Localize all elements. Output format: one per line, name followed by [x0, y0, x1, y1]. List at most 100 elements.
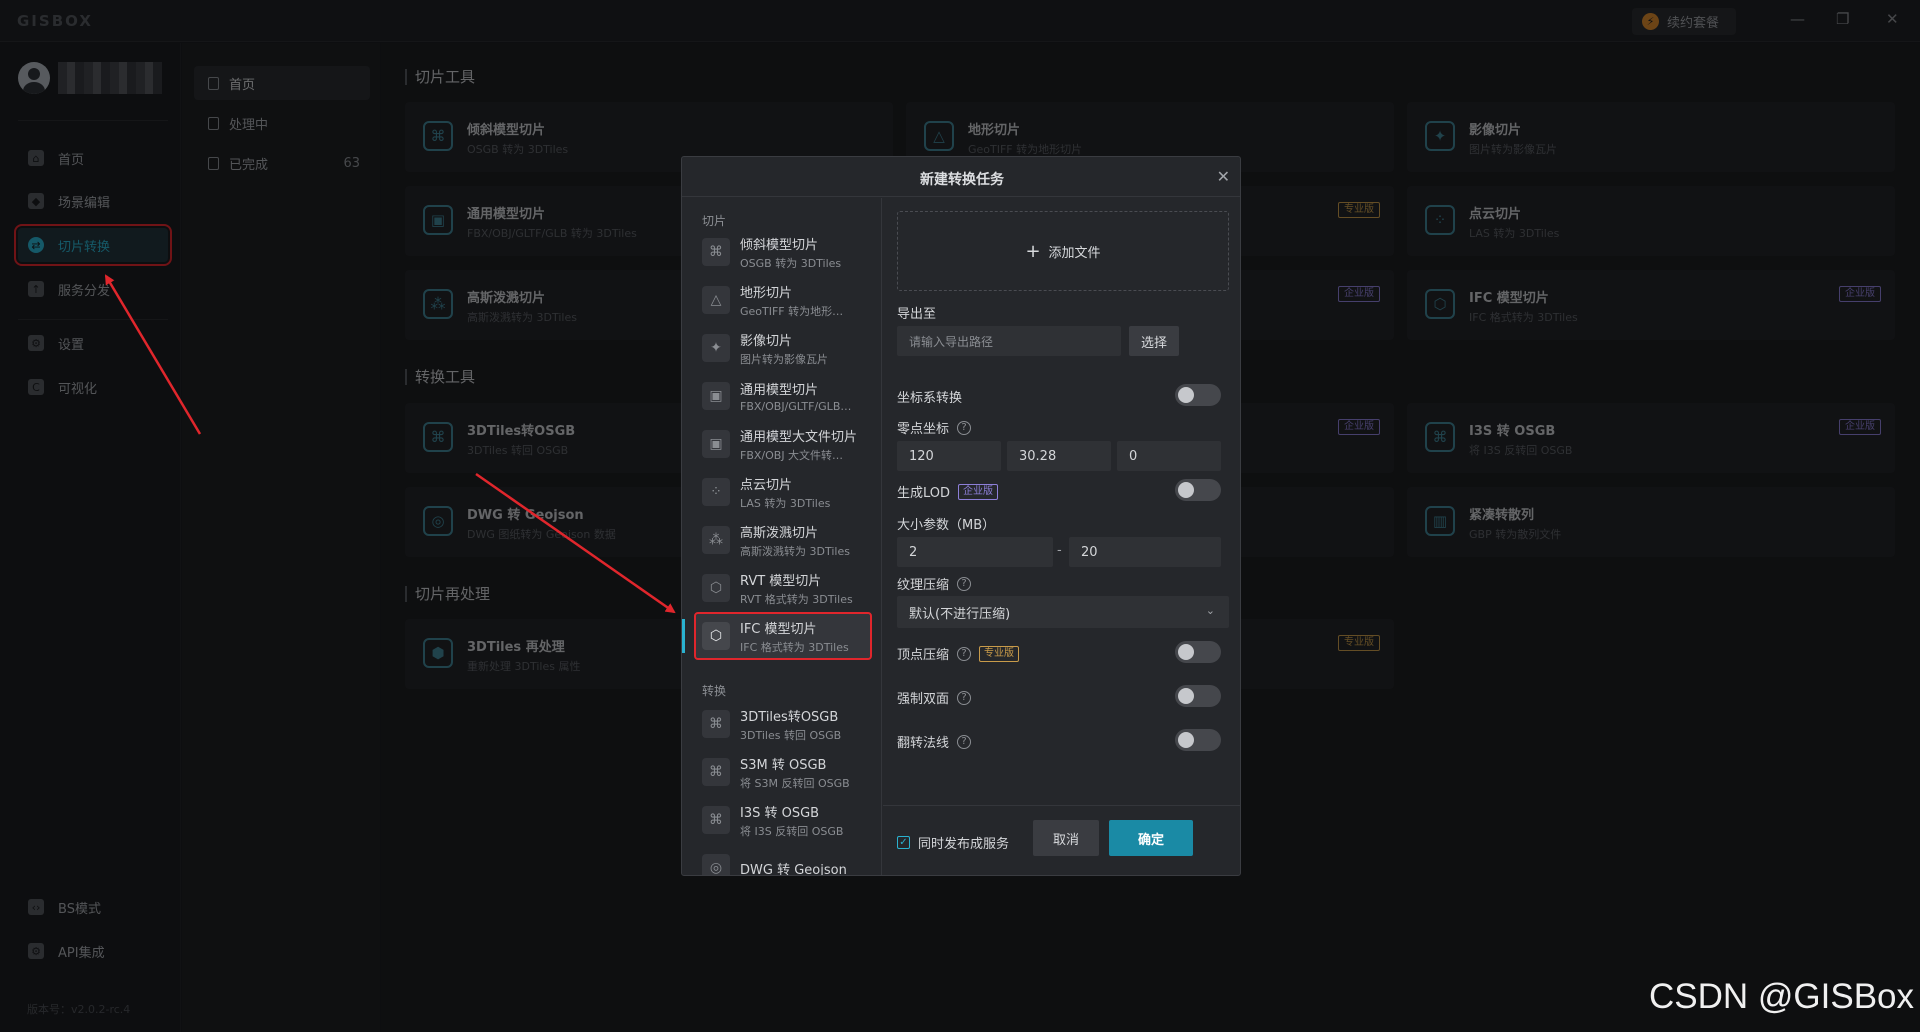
- cancel-button[interactable]: 取消: [1033, 820, 1099, 856]
- task-type-item[interactable]: ◎ DWG 转 Geojson: [696, 846, 870, 876]
- group-label-convert: 转换: [702, 684, 727, 698]
- export-label: 导出至: [897, 307, 937, 322]
- task-type-subtitle: FBX/OBJ 大文件转…: [740, 448, 844, 462]
- selection-indicator: [682, 619, 685, 653]
- ifc-model-icon: ⬡: [702, 622, 730, 650]
- help-icon[interactable]: ?: [957, 646, 972, 661]
- task-type-item[interactable]: △ 地形切片 GeoTIFF 转为地形…: [696, 278, 870, 322]
- size-min-input[interactable]: 2: [897, 537, 1053, 567]
- task-type-title: RVT 模型切片: [740, 573, 822, 589]
- publish-service-checkbox[interactable]: ✓ 同时发布成服务: [897, 833, 1009, 852]
- oblique-model-icon: ⌘: [702, 238, 730, 266]
- lod-toggle[interactable]: [1175, 479, 1221, 501]
- task-type-subtitle: GeoTIFF 转为地形…: [740, 304, 844, 318]
- flip-normals-toggle[interactable]: [1175, 729, 1221, 751]
- flip-normals-label: 翻转法线?: [897, 732, 972, 751]
- task-type-item-selected[interactable]: ⬡ IFC 模型切片 IFC 格式转为 3DTiles: [694, 612, 872, 660]
- export-path-input[interactable]: 请输入导出路径: [897, 326, 1121, 356]
- help-icon[interactable]: ?: [957, 734, 972, 749]
- task-type-title: 地形切片: [740, 285, 793, 301]
- task-type-item[interactable]: ⁘ 点云切片 LAS 转为 3DTiles: [696, 470, 870, 514]
- dwg-icon: ◎: [702, 854, 730, 875]
- tiles-convert-icon: ⌘: [702, 710, 730, 738]
- rvt-model-icon: ⬡: [702, 574, 730, 602]
- enterprise-edition-badge: 企业版: [958, 483, 999, 500]
- task-type-subtitle: 将 I3S 反转回 OSGB: [740, 824, 844, 838]
- task-type-title: 通用模型大文件切片: [740, 429, 858, 445]
- new-task-dialog: 新建转换任务 ✕ 切片 ⌘ 倾斜模型切片 OSGB 转为 3DTiles △ 地形…: [681, 156, 1241, 876]
- task-type-subtitle: 高斯泼溅转为 3DTiles: [740, 544, 850, 558]
- task-type-title: 倾斜模型切片: [740, 237, 819, 253]
- checkbox-checked-icon: ✓: [897, 836, 910, 849]
- group-label-slice: 切片: [702, 214, 727, 228]
- task-type-subtitle: LAS 转为 3DTiles: [740, 496, 831, 510]
- texture-compress-label: 纹理压缩?: [897, 574, 972, 593]
- task-type-subtitle: 将 S3M 反转回 OSGB: [740, 776, 850, 790]
- watermark: CSDN @GISBox: [1648, 977, 1914, 1016]
- task-type-title: 3DTiles转OSGB: [740, 709, 839, 725]
- coord-transform-label: 坐标系转换: [897, 391, 963, 406]
- task-type-item[interactable]: ⬡ RVT 模型切片 RVT 格式转为 3DTiles: [696, 566, 870, 610]
- add-file-label: 添加文件: [1048, 245, 1101, 261]
- terrain-icon: △: [702, 286, 730, 314]
- task-type-title: 点云切片: [740, 477, 793, 493]
- task-type-title: DWG 转 Geojson: [740, 862, 847, 876]
- task-type-item[interactable]: ⌘ I3S 转 OSGB 将 I3S 反转回 OSGB: [696, 798, 870, 842]
- coord-transform-toggle[interactable]: [1175, 384, 1221, 406]
- help-icon[interactable]: ?: [957, 576, 972, 591]
- task-type-subtitle: 图片转为影像瓦片: [740, 352, 828, 366]
- size-param-label: 大小参数（MB）: [897, 518, 996, 533]
- double-sided-toggle[interactable]: [1175, 685, 1221, 707]
- satellite-icon: ✦: [702, 334, 730, 362]
- task-type-item[interactable]: ⌘ 3DTiles转OSGB 3DTiles 转回 OSGB: [696, 702, 870, 746]
- origin-x-input[interactable]: 120: [897, 441, 1001, 471]
- task-type-subtitle: IFC 格式转为 3DTiles: [740, 640, 849, 654]
- choose-path-button[interactable]: 选择: [1129, 326, 1179, 356]
- confirm-button[interactable]: 确定: [1109, 820, 1193, 856]
- lod-label: 生成LOD 企业版: [897, 482, 999, 501]
- vertex-compress-label: 顶点压缩? 专业版: [897, 644, 1020, 663]
- task-type-item[interactable]: ⌘ 倾斜模型切片 OSGB 转为 3DTiles: [696, 230, 870, 274]
- close-icon[interactable]: ✕: [1217, 167, 1230, 186]
- s3m-icon: ⌘: [702, 758, 730, 786]
- point-cloud-icon: ⁘: [702, 478, 730, 506]
- task-type-item[interactable]: ⁂ 高斯泼溅切片 高斯泼溅转为 3DTiles: [696, 518, 870, 562]
- task-type-item[interactable]: ⌘ S3M 转 OSGB 将 S3M 反转回 OSGB: [696, 750, 870, 794]
- plus-icon: +: [1025, 240, 1041, 262]
- texture-compress-value: 默认(不进行压缩): [909, 606, 1011, 622]
- large-file-icon: ▣: [702, 430, 730, 458]
- pro-edition-badge: 专业版: [979, 645, 1020, 662]
- publish-service-label: 同时发布成服务: [918, 837, 1010, 852]
- task-type-title: S3M 转 OSGB: [740, 757, 827, 773]
- size-max-input[interactable]: 20: [1069, 537, 1221, 567]
- task-type-subtitle: FBX/OBJ/GLTF/GLB…: [740, 400, 852, 413]
- task-type-title: I3S 转 OSGB: [740, 805, 820, 821]
- help-icon[interactable]: ?: [957, 690, 972, 705]
- box-icon: ▣: [702, 382, 730, 410]
- dialog-header: 新建转换任务 ✕: [682, 157, 1240, 197]
- task-type-title: 通用模型切片: [740, 383, 819, 398]
- double-sided-label: 强制双面?: [897, 688, 972, 707]
- gisbox-app: GISBOX ⚡ 续约套餐 — ❐ ✕ ⌂ 首页 ◆ 场景编辑 ⇄ 切片转换 ↑…: [0, 0, 1920, 1032]
- task-form: + 添加文件 导出至 请输入导出路径 选择 坐标系转换 零点坐标? 120 30…: [883, 198, 1240, 805]
- origin-label: 零点坐标?: [897, 418, 972, 437]
- chevron-down-icon: ⌄: [1205, 604, 1215, 617]
- gaussian-splat-icon: ⁂: [702, 526, 730, 554]
- add-file-button[interactable]: + 添加文件: [897, 211, 1229, 291]
- texture-compress-select[interactable]: 默认(不进行压缩) ⌄: [897, 596, 1229, 628]
- task-type-list: 切片 ⌘ 倾斜模型切片 OSGB 转为 3DTiles △ 地形切片 GeoTIFF…: [682, 198, 882, 876]
- task-type-title: 影像切片: [740, 333, 793, 349]
- task-type-item[interactable]: ▣ 通用模型大文件切片 FBX/OBJ 大文件转…: [696, 422, 870, 466]
- origin-z-input[interactable]: 0: [1117, 441, 1221, 471]
- task-type-title: IFC 模型切片: [740, 621, 817, 637]
- dialog-title: 新建转换任务: [920, 172, 1004, 188]
- task-type-subtitle: OSGB 转为 3DTiles: [740, 256, 842, 270]
- task-type-item[interactable]: ▣ 通用模型切片 FBX/OBJ/GLTF/GLB…: [696, 374, 870, 418]
- help-icon[interactable]: ?: [957, 420, 972, 435]
- task-type-subtitle: RVT 格式转为 3DTiles: [740, 592, 853, 606]
- origin-y-input[interactable]: 30.28: [1007, 441, 1111, 471]
- task-type-item[interactable]: ✦ 影像切片图片转为影像瓦片: [696, 326, 870, 370]
- vertex-compress-toggle[interactable]: [1175, 641, 1221, 663]
- size-range-separator: -: [1057, 543, 1062, 558]
- dialog-footer: ✓ 同时发布成服务 取消 确定: [883, 805, 1240, 875]
